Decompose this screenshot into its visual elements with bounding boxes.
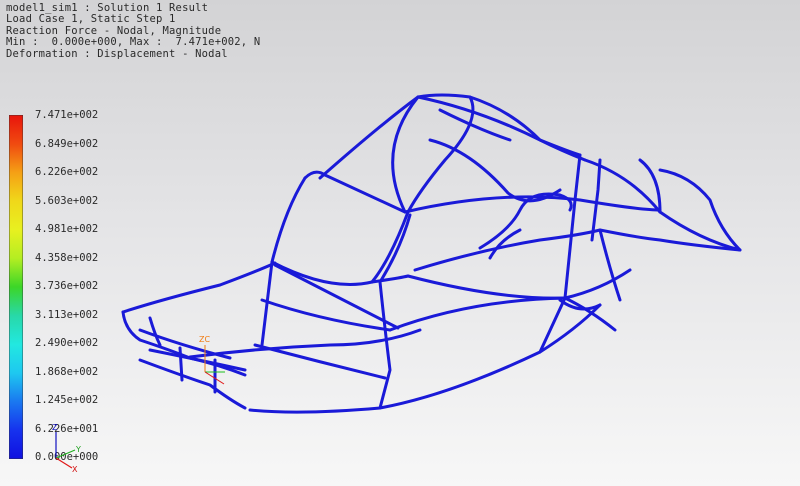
rear-post-2 (590, 158, 602, 242)
rear-roof-link (428, 138, 562, 203)
model-z-axis-label: ZC (199, 335, 210, 344)
view-x-axis-label: X (72, 465, 78, 474)
cockpit-cross (273, 263, 400, 330)
nose-brace (148, 316, 162, 347)
view-orientation-triad: Y X Z (52, 423, 81, 474)
rear-link (598, 228, 622, 302)
roof-diagonal (318, 95, 420, 180)
rear-post (538, 153, 582, 354)
rear-strut (598, 228, 742, 252)
rear-cage-top (438, 108, 512, 142)
front-hoop (260, 176, 307, 347)
rear-tail (638, 158, 662, 214)
rear-mid-rail (406, 268, 632, 300)
view-z-axis-label: Z (52, 423, 58, 432)
b-pillar (370, 210, 410, 284)
floor-rail (253, 343, 387, 380)
rear-lower-rail (388, 296, 567, 332)
nose-vertical (178, 346, 184, 382)
nose-top (121, 261, 277, 314)
graphics-viewport[interactable]: model1_sim1 : Solution 1 Result Load Cas… (0, 0, 800, 486)
view-y-axis-label: Y (75, 445, 81, 454)
rear-arch (478, 192, 573, 250)
chassis-wireframe-model[interactable]: ZC Y X Z (0, 0, 800, 486)
rear-upper-rail (403, 195, 662, 214)
